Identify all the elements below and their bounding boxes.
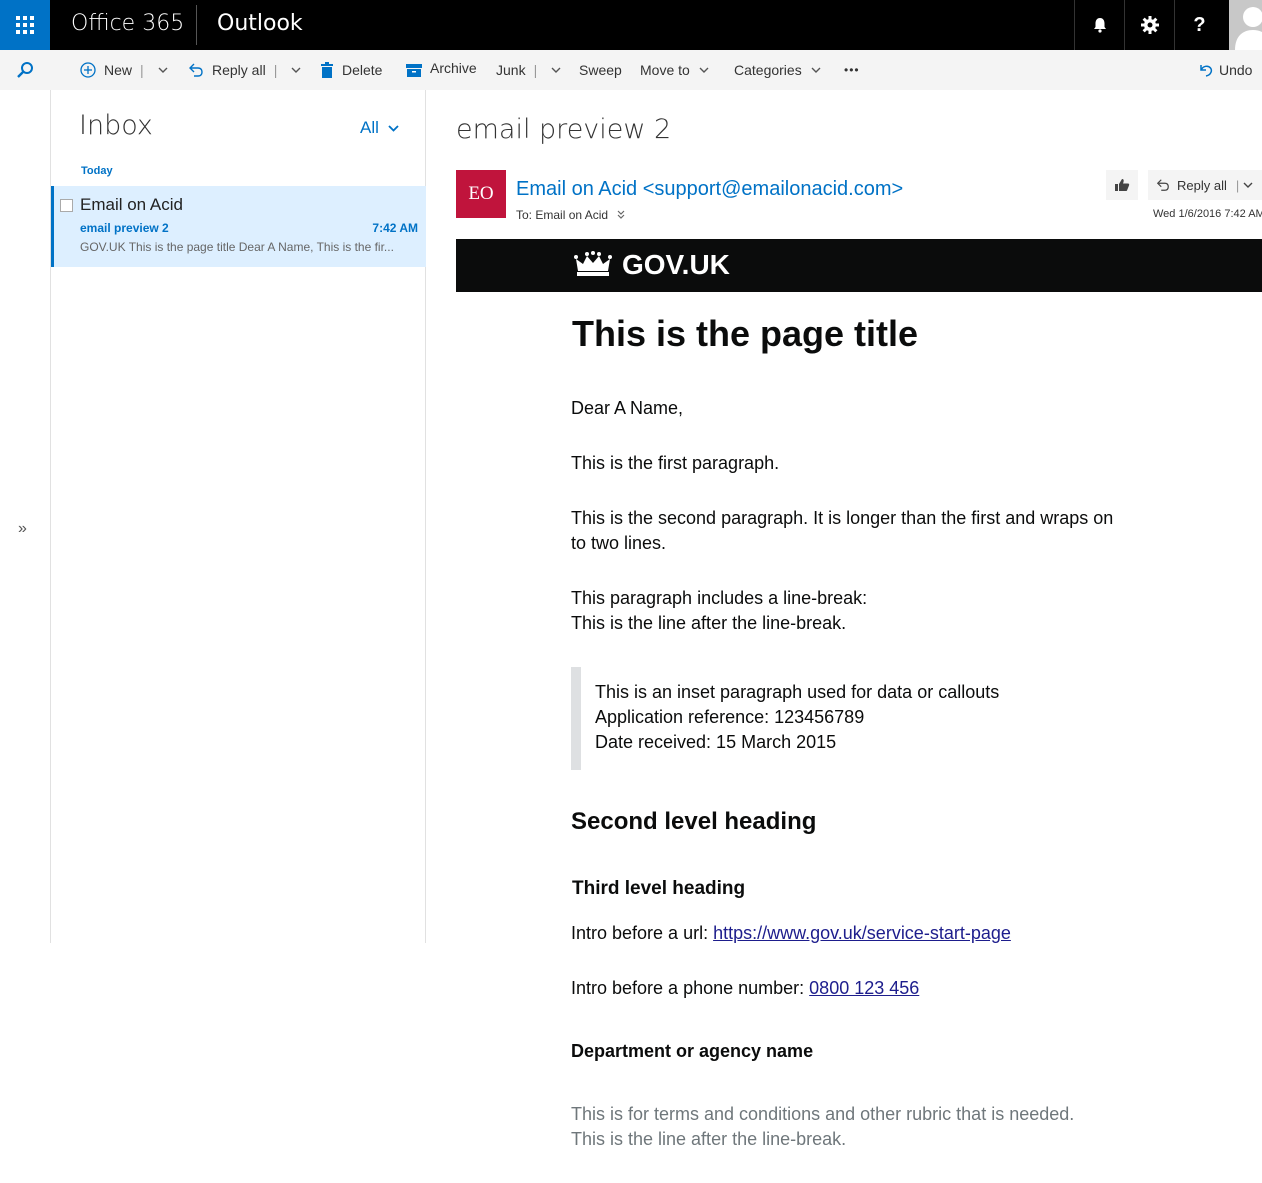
reply-all-button[interactable]: Reply all | — [188, 50, 301, 90]
gov-uk-wordmark: GOV.UK — [622, 249, 730, 280]
reply-dropdown-chevron-icon[interactable] — [291, 67, 301, 73]
reading-subject: email preview 2 — [456, 114, 672, 145]
service-url-link[interactable]: https://www.gov.uk/service-start-page — [713, 923, 1011, 943]
user-avatar[interactable] — [1229, 0, 1262, 50]
undo-label: Undo — [1219, 62, 1253, 78]
new-label: New — [104, 62, 133, 78]
reply-all-label: Reply all — [212, 62, 266, 78]
list-item-sender: Email on Acid — [80, 195, 183, 214]
junk-dropdown-chevron-icon[interactable] — [551, 67, 561, 73]
more-icon: ••• — [844, 63, 860, 77]
junk-button[interactable]: Junk | — [496, 50, 561, 90]
thumbs-up-icon — [1115, 179, 1130, 191]
search-button[interactable] — [0, 50, 50, 90]
waffle-icon — [16, 16, 34, 34]
crown-logo-icon — [571, 248, 615, 282]
third-level-heading: Third level heading — [572, 878, 746, 899]
expand-folders-icon[interactable]: » — [18, 520, 27, 538]
inset-line-3: Date received: 15 March 2015 — [595, 732, 837, 752]
brand-divider — [196, 5, 197, 45]
settings-button[interactable] — [1124, 0, 1174, 50]
trash-icon — [320, 62, 334, 78]
new-button[interactable]: New | — [80, 50, 168, 90]
department-name: Department or agency name — [571, 1041, 814, 1061]
delete-label: Delete — [342, 62, 383, 78]
top-bar: Office 365 Outlook ? — [0, 0, 1262, 50]
message-list: Inbox All Today Email on Acid email prev… — [51, 90, 426, 943]
folder-rail: » — [0, 90, 51, 943]
gear-icon — [1140, 16, 1159, 34]
recipient[interactable]: Email on Acid — [535, 208, 608, 222]
email-page-title: This is the page title — [572, 313, 919, 354]
rubric: This is for terms and conditions and oth… — [571, 1104, 1075, 1149]
paragraph-3: This paragraph includes a line-break: Th… — [571, 588, 868, 633]
archive-button[interactable]: Archive — [406, 50, 477, 90]
recipients-line: To: Email on Acid — [516, 208, 625, 222]
move-to-chevron-icon — [699, 67, 709, 73]
move-to-button[interactable]: Move to — [640, 50, 709, 90]
second-level-heading: Second level heading — [571, 808, 817, 835]
reply-all-icon — [1156, 178, 1170, 192]
junk-label: Junk — [496, 62, 526, 78]
list-item-time: 7:42 AM — [372, 221, 418, 235]
plus-icon — [80, 62, 96, 78]
filter-dropdown[interactable]: All — [360, 118, 399, 138]
person-icon — [1235, 7, 1262, 50]
filter-label: All — [360, 118, 379, 137]
expand-recipients-icon[interactable] — [617, 208, 625, 222]
notifications-button[interactable] — [1074, 0, 1124, 50]
search-icon — [17, 62, 33, 78]
filter-chevron-icon — [388, 124, 399, 132]
office365-brand[interactable]: Office 365 — [71, 11, 184, 36]
sweep-button[interactable]: Sweep — [579, 50, 622, 90]
move-to-label: Move to — [640, 62, 690, 78]
bell-icon — [1093, 18, 1106, 33]
new-dropdown-chevron-icon[interactable] — [158, 67, 168, 73]
reply-options-chevron-icon[interactable] — [1243, 182, 1253, 188]
sender-avatar[interactable]: EO — [456, 170, 506, 218]
help-icon: ? — [1193, 13, 1206, 36]
categories-button[interactable]: Categories — [734, 50, 821, 90]
like-button[interactable] — [1106, 170, 1138, 200]
command-bar: New | Reply all | Delete Archive Junk | — [0, 50, 1262, 90]
paragraph-2: This is the second paragraph. It is long… — [571, 508, 1114, 553]
gov-banner: GOV.UK — [456, 239, 1262, 292]
inset-callout: This is an inset paragraph used for data… — [571, 667, 1051, 770]
date-group-header: Today — [81, 165, 113, 177]
app-name[interactable]: Outlook — [217, 11, 303, 36]
reply-all-icon — [188, 62, 204, 78]
categories-label: Categories — [734, 62, 802, 78]
paragraph-1: This is the first paragraph. — [571, 453, 780, 473]
url-paragraph: Intro before a url: https://www.gov.uk/s… — [571, 923, 1011, 943]
app-launcher-button[interactable] — [0, 0, 50, 50]
delete-button[interactable]: Delete — [320, 50, 382, 90]
undo-button[interactable]: Undo — [1199, 50, 1252, 90]
phone-paragraph: Intro before a phone number: 0800 123 45… — [571, 978, 920, 998]
inset-line-2: Application reference: 123456789 — [595, 707, 865, 727]
undo-icon — [1199, 63, 1213, 77]
greeting: Dear A Name, — [571, 398, 684, 418]
select-checkbox[interactable] — [60, 199, 73, 212]
inset-line-1: This is an inset paragraph used for data… — [595, 682, 1000, 702]
to-label: To: — [516, 208, 533, 222]
archive-label: Archive — [430, 60, 477, 76]
reply-all-action-label: Reply all — [1177, 177, 1227, 193]
sweep-label: Sweep — [579, 62, 622, 78]
reply-all-action[interactable]: Reply all | — [1148, 170, 1262, 200]
message-date: Wed 1/6/2016 7:42 AM — [1153, 208, 1262, 220]
archive-icon — [406, 63, 422, 77]
categories-chevron-icon — [811, 67, 821, 73]
list-item-preview: GOV.UK This is the page title Dear A Nam… — [80, 240, 394, 254]
list-item[interactable]: Email on Acid email preview 2 7:42 AM GO… — [51, 186, 426, 267]
help-button[interactable]: ? — [1174, 0, 1224, 50]
folder-title: Inbox — [79, 110, 153, 141]
sender-name[interactable]: Email on Acid <support@emailonacid.com> — [516, 178, 903, 201]
more-actions-button[interactable]: ••• — [844, 50, 860, 90]
phone-link[interactable]: 0800 123 456 — [809, 978, 919, 998]
list-item-subject: email preview 2 — [80, 221, 169, 235]
